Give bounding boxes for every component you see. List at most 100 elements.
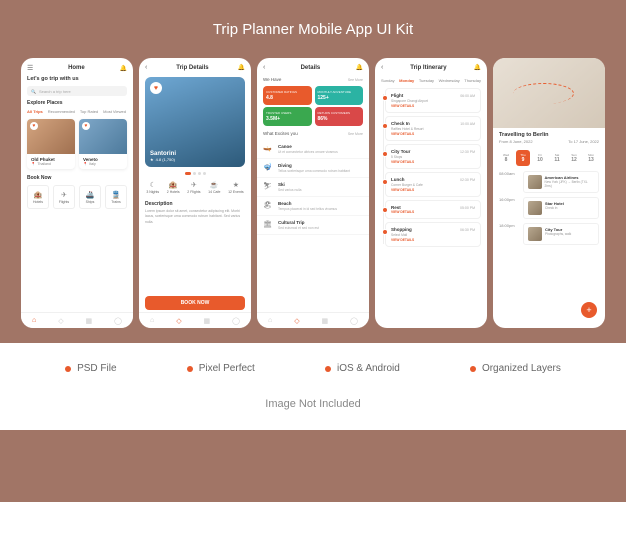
activity-item[interactable]: 🤿DivingTellus scelerisque urna commodo r… <box>257 159 369 178</box>
book-now-button[interactable]: BOOK NOW <box>145 296 245 310</box>
calendar-strip: Wed8 Thu9 Fri10 Sat11 Sun12 Mon13 <box>493 148 605 168</box>
feature-item: Organized Layers <box>470 363 561 374</box>
cal-day[interactable]: Sat11 <box>550 150 564 166</box>
feature-item: iOS & Android <box>325 363 400 374</box>
bottom-nav: ⌂ ◇ ▦ ◯ <box>257 312 369 328</box>
cal-day[interactable]: Thu9 <box>516 150 530 166</box>
back-icon[interactable]: ‹ <box>381 64 383 71</box>
cal-day[interactable]: Sun12 <box>567 150 581 166</box>
back-icon[interactable]: ‹ <box>145 64 147 71</box>
itin-row: 08:00am American AirlinesNew York (JFK) … <box>499 171 599 193</box>
nav-user-icon[interactable]: ◯ <box>232 317 240 325</box>
book-ships[interactable]: 🚢Ships <box>79 185 101 209</box>
event-card[interactable]: Flight06:00 AMSingapore Changi AirportVI… <box>385 88 481 113</box>
mockup-canvas: Trip Planner Mobile App UI Kit ☰ Home 🔔 … <box>0 0 626 544</box>
dot[interactable] <box>203 172 206 175</box>
back-icon[interactable]: ‹ <box>263 64 265 71</box>
hotel-icon: 🏨 <box>169 181 178 189</box>
nav-calendar-icon[interactable]: ▦ <box>322 317 329 325</box>
menu-icon[interactable]: ☰ <box>27 64 33 72</box>
nav-home-icon[interactable]: ⌂ <box>32 317 36 324</box>
heart-icon[interactable]: ♥ <box>150 82 162 94</box>
header: ‹ Trip Details 🔔 <box>139 58 251 75</box>
tile-users: TRUSTED USERS3.5M+ <box>263 107 312 126</box>
stat-hotels: 🏨2 Hotels <box>167 181 180 194</box>
dot[interactable] <box>185 172 191 175</box>
day-tab[interactable]: Tuesday <box>419 78 434 83</box>
nav-pin-icon[interactable]: ◇ <box>294 317 299 325</box>
book-flights[interactable]: ✈Flights <box>53 185 75 209</box>
add-button[interactable]: + <box>581 302 597 318</box>
search-icon: 🔍 <box>31 89 36 94</box>
activity-item[interactable]: ⛷SkiSed varius nulla <box>257 178 369 197</box>
see-more-link[interactable]: See More <box>348 78 363 82</box>
dot[interactable] <box>193 172 196 175</box>
nav-calendar-icon[interactable]: ▦ <box>204 317 211 325</box>
place-card[interactable]: ♥ Veneto 📍Italy <box>79 119 127 169</box>
event-card[interactable]: Check In10:00 AMRaffles Hotel & ResortVI… <box>385 116 481 141</box>
ski-icon: ⛷ <box>263 182 273 190</box>
itin-card[interactable]: City TourPhotographs, walk <box>523 223 599 245</box>
event-card[interactable]: City Tour12:30 PM5 StopsVIEW DETAILS <box>385 144 481 169</box>
search-input[interactable]: 🔍 Search a trip here <box>27 86 127 96</box>
card-image: ♥ <box>79 119 127 154</box>
event-card[interactable]: Shopping06:30 PMSelect MallVIEW DETAILS <box>385 222 481 247</box>
day-tab[interactable]: Wednesday <box>439 78 460 83</box>
nav-user-icon[interactable]: ◯ <box>114 317 122 325</box>
nav-user-icon[interactable]: ◯ <box>350 317 358 325</box>
heart-icon[interactable]: ♥ <box>82 122 90 130</box>
view-details-link[interactable]: VIEW DETAILS <box>391 132 475 136</box>
nav-home-icon[interactable]: ⌂ <box>150 317 154 324</box>
bell-icon[interactable]: 🔔 <box>120 65 127 72</box>
view-details-link[interactable]: VIEW DETAILS <box>391 104 475 108</box>
bullet-icon <box>65 366 71 372</box>
day-tab[interactable]: Sunday <box>381 78 395 83</box>
itin-card[interactable]: American AirlinesNew York (JFK) → Berlin… <box>523 171 599 193</box>
activity-item[interactable]: 🏛Cultural TripSed euismod et sed non est <box>257 216 369 235</box>
activity-item[interactable]: 🛶CanoeUt et consectetur ultrices ornare … <box>257 140 369 159</box>
view-details-link[interactable]: VIEW DETAILS <box>391 188 475 192</box>
itin-time: 08:00am <box>499 171 519 193</box>
bullet-icon <box>470 366 476 372</box>
nav-pin-icon[interactable]: ◇ <box>58 317 63 325</box>
activity-item[interactable]: 🏖BeachTempus placerat in id sed tellus v… <box>257 197 369 216</box>
bell-icon[interactable]: 🔔 <box>238 64 245 71</box>
itin-thumb <box>528 175 542 189</box>
event-card[interactable]: Lunch02:30 PMCorner Burger & CafeVIEW DE… <box>385 172 481 197</box>
bullet-icon <box>187 366 193 372</box>
day-tab[interactable]: Thursday <box>464 78 481 83</box>
cal-day[interactable]: Wed8 <box>499 150 513 166</box>
heart-icon[interactable]: ♥ <box>30 122 38 130</box>
nav-home-icon[interactable]: ⌂ <box>268 317 272 324</box>
tab-recommended[interactable]: Recommended <box>48 109 75 114</box>
event-card[interactable]: Rest05:00 PMVIEW DETAILS <box>385 200 481 219</box>
hero-image: ♥ Santorini ★4.8 (1,750) <box>145 77 245 167</box>
book-trains[interactable]: 🚆Trains <box>105 185 127 209</box>
place-card[interactable]: ♥ Old Phuket 📍Thailand <box>27 119 75 169</box>
map[interactable] <box>493 58 605 128</box>
bottom-nav: ⌂ ◇ ▦ ◯ <box>21 312 133 328</box>
cal-day[interactable]: Mon13 <box>584 150 598 166</box>
pin-icon: 📍 <box>31 162 35 166</box>
nav-pin-icon[interactable]: ◇ <box>176 317 181 325</box>
book-hotels[interactable]: 🏨Hotels <box>27 185 49 209</box>
trip-stats: ☾3 Nights 🏨2 Hotels ✈2 Flights ☕14 Cafe … <box>139 178 251 197</box>
timeline: Flight06:00 AMSingapore Changi AirportVI… <box>375 86 487 252</box>
see-more-link[interactable]: See More <box>348 132 363 136</box>
stat-nights: ☾3 Nights <box>146 181 159 194</box>
view-details-link[interactable]: VIEW DETAILS <box>391 160 475 164</box>
star-icon: ★ <box>150 157 154 162</box>
bell-icon[interactable]: 🔔 <box>356 64 363 71</box>
view-details-link[interactable]: VIEW DETAILS <box>391 238 475 242</box>
tab-all-trips[interactable]: All Trips <box>27 109 43 114</box>
dot[interactable] <box>198 172 201 175</box>
itin-card[interactable]: Star HotelCheck in <box>523 197 599 219</box>
day-tab[interactable]: Monday <box>399 78 414 83</box>
cal-day[interactable]: Fri10 <box>533 150 547 166</box>
bell-icon[interactable]: 🔔 <box>474 64 481 71</box>
ship-icon: 🚢 <box>86 191 95 199</box>
view-details-link[interactable]: VIEW DETAILS <box>391 210 475 214</box>
nav-calendar-icon[interactable]: ▦ <box>86 317 93 325</box>
tab-top-rated[interactable]: Top Rated <box>80 109 98 114</box>
tab-most-viewed[interactable]: Most Viewed <box>103 109 126 114</box>
